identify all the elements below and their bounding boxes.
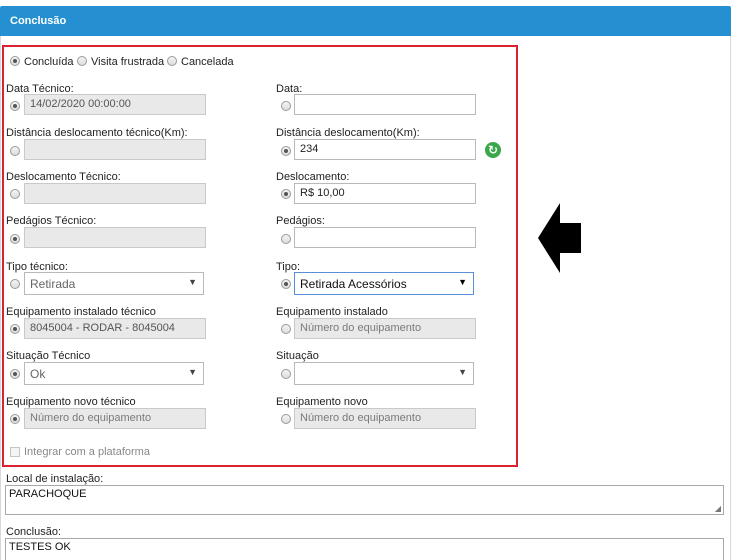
label-situacao-tecnico: Situação Técnico (6, 350, 91, 362)
label-pedagios-tecnico: Pedágios Técnico: (6, 215, 97, 227)
label-visita-frustrada: Visita frustrada (91, 56, 165, 68)
radio-distancia[interactable] (281, 146, 291, 156)
equip-novo-field[interactable]: Número do equipamento (294, 408, 476, 429)
radio-deslocamento-tecnico[interactable] (10, 189, 20, 199)
data-field[interactable] (294, 94, 476, 115)
arrow-left-icon (538, 203, 581, 273)
local-instalacao-textarea[interactable]: PARACHOQUE ◢ (5, 485, 724, 515)
equip-instalado-tecnico-field[interactable]: 8045004 - RODAR - 8045004 (24, 318, 206, 339)
radio-data-tecnico[interactable] (10, 101, 20, 111)
radio-tipo-tecnico[interactable] (10, 279, 20, 289)
conclusao-value: TESTES OK (9, 541, 71, 553)
tipo-tecnico-value: Retirada (30, 277, 76, 291)
panel-header: Conclusão (0, 6, 731, 36)
chevron-down-icon: ▼ (188, 277, 197, 287)
label-cancelada: Cancelada (181, 56, 234, 68)
radio-data[interactable] (281, 101, 291, 111)
radio-visita-frustrada[interactable] (77, 56, 87, 66)
radio-deslocamento[interactable] (281, 189, 291, 199)
label-pedagios: Pedágios: (276, 215, 325, 227)
radio-situacao[interactable] (281, 369, 291, 379)
pedagios-tecnico-field[interactable] (24, 227, 206, 248)
situacao-tecnico-select[interactable]: Ok ▼ (24, 362, 204, 385)
data-tecnico-field[interactable]: 14/02/2020 00:00:00 (24, 94, 206, 115)
equip-instalado-field[interactable]: Número do equipamento (294, 318, 476, 339)
label-conclusao: Conclusão: (6, 526, 62, 538)
radio-distancia-tecnico[interactable] (10, 146, 20, 156)
label-equip-novo-tecnico: Equipamento novo técnico (6, 396, 136, 408)
distancia-field[interactable]: 234 (294, 139, 476, 160)
tipo-tecnico-select[interactable]: Retirada ▼ (24, 272, 204, 295)
equip-novo-tecnico-field[interactable]: Número do equipamento (24, 408, 206, 429)
radio-pedagios-tecnico[interactable] (10, 234, 20, 244)
label-local-instalacao: Local de instalação: (6, 473, 104, 485)
pedagios-field[interactable] (294, 227, 476, 248)
integrar-checkbox[interactable] (10, 447, 20, 457)
label-distancia: Distância deslocamento(Km): (276, 127, 420, 139)
local-instalacao-value: PARACHOQUE (9, 488, 87, 500)
label-distancia-tecnico: Distância deslocamento técnico(Km): (6, 127, 188, 139)
chevron-down-icon: ▼ (458, 367, 467, 377)
radio-equip-instalado[interactable] (281, 324, 291, 334)
situacao-tecnico-value: Ok (30, 367, 46, 381)
radio-equip-novo[interactable] (281, 414, 291, 424)
label-integrar: Integrar com a plataforma (24, 446, 150, 458)
label-situacao: Situação (276, 350, 319, 362)
resize-grip-icon[interactable]: ◢ (715, 504, 721, 513)
label-deslocamento: Deslocamento: (276, 171, 350, 183)
label-concluida: Concluída (24, 56, 74, 68)
tipo-select[interactable]: Retirada Acessórios ▼ (294, 272, 474, 295)
deslocamento-tecnico-field[interactable] (24, 183, 206, 204)
radio-equip-novo-tecnico[interactable] (10, 414, 20, 424)
panel-title: Conclusão (10, 15, 67, 27)
radio-equip-instalado-tecnico[interactable] (10, 324, 20, 334)
refresh-icon[interactable]: ↻ (485, 142, 501, 158)
radio-situacao-tecnico[interactable] (10, 369, 20, 379)
radio-pedagios[interactable] (281, 234, 291, 244)
label-equip-instalado: Equipamento instalado (276, 306, 388, 318)
label-equip-novo: Equipamento novo (276, 396, 368, 408)
situacao-select[interactable]: ▼ (294, 362, 474, 385)
radio-tipo[interactable] (281, 279, 291, 289)
tipo-value: Retirada Acessórios (300, 277, 407, 291)
label-equip-instalado-tecnico: Equipamento instalado técnico (6, 306, 156, 318)
conclusao-textarea[interactable]: TESTES OK (5, 538, 724, 560)
label-deslocamento-tecnico: Deslocamento Técnico: (6, 171, 121, 183)
radio-concluida[interactable] (10, 56, 20, 66)
deslocamento-field[interactable]: R$ 10,00 (294, 183, 476, 204)
chevron-down-icon: ▼ (188, 367, 197, 377)
radio-cancelada[interactable] (167, 56, 177, 66)
distancia-tecnico-field[interactable] (24, 139, 206, 160)
chevron-down-icon: ▼ (458, 277, 467, 287)
